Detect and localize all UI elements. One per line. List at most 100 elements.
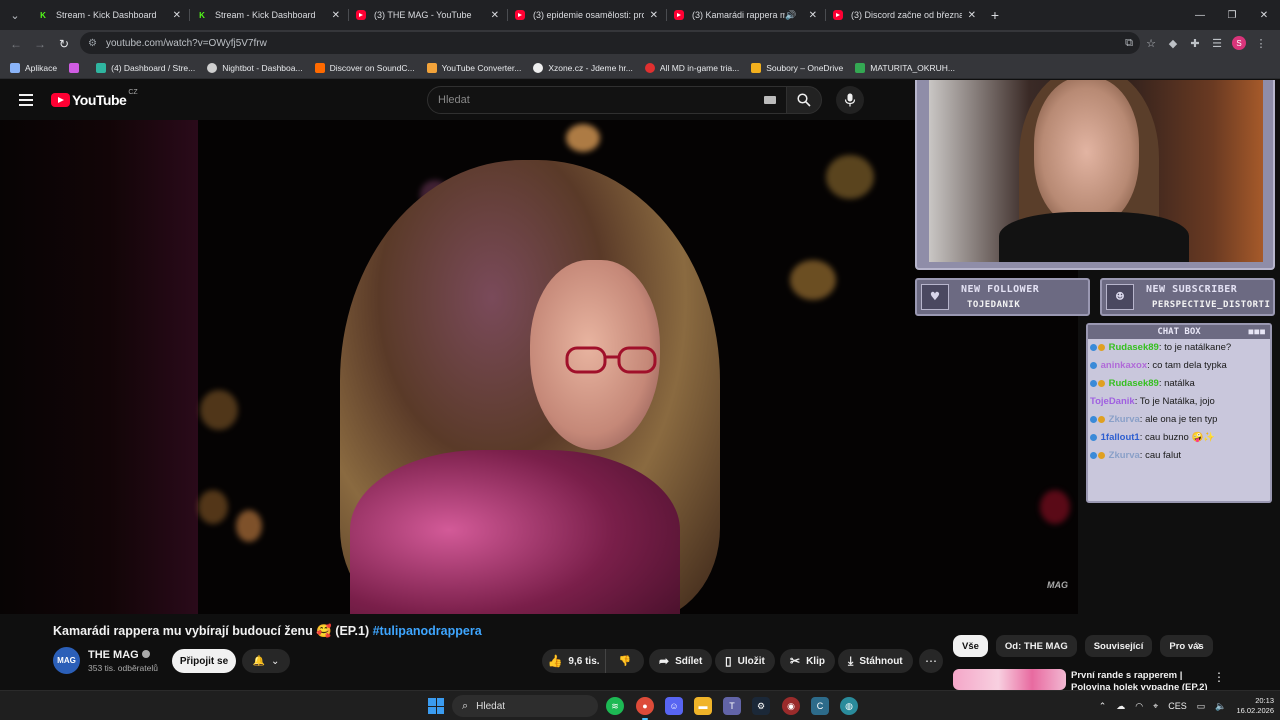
channel-avatar[interactable]: MAG	[53, 647, 80, 674]
tab-search-icon[interactable]: ⌄	[0, 0, 30, 30]
forward-icon[interactable]: →	[28, 32, 52, 56]
chat-message: Zkurva: ale ona je ten typ	[1088, 411, 1270, 429]
video-left-backdrop	[0, 120, 198, 614]
scissors-icon: ✂	[790, 654, 801, 668]
cast-icon[interactable]: ⧉	[1118, 33, 1140, 53]
browser-tab[interactable]: K Stream - Kick Dashboard ✕	[189, 0, 348, 30]
windows-start-icon[interactable]	[428, 698, 444, 714]
clock[interactable]: 20:13 16.02.2026	[1236, 696, 1274, 716]
chip-all[interactable]: Vše	[953, 635, 988, 657]
close-tab-icon[interactable]: ✕	[173, 10, 181, 21]
hashtag-link[interactable]: #tulipanodrappera	[373, 624, 482, 638]
app-icon[interactable]: ◉	[782, 697, 800, 715]
site-info-icon[interactable]: ⚙	[88, 38, 106, 49]
restore-icon[interactable]: ❐	[1216, 0, 1248, 30]
chevron-right-icon[interactable]: ›	[1197, 638, 1201, 652]
new-tab-icon[interactable]: +	[984, 7, 1006, 23]
onedrive-icon[interactable]: ☁	[1116, 701, 1125, 712]
menu-kebab-icon[interactable]: ⋮	[1250, 33, 1272, 53]
kebab-menu-icon[interactable]: ⋮	[1213, 670, 1225, 684]
close-tab-icon[interactable]: ✕	[650, 10, 658, 21]
close-window-icon[interactable]: ✕	[1248, 0, 1280, 30]
network-icon[interactable]: ▭	[1197, 701, 1206, 712]
bookmark-star-icon[interactable]: ☆	[1140, 33, 1162, 53]
bookmark-item[interactable]	[69, 62, 84, 73]
chrome-icon[interactable]: ●	[636, 697, 654, 720]
chip-from-channel[interactable]: Od: THE MAG	[995, 635, 1077, 657]
recommended-thumbnail[interactable]	[953, 669, 1066, 690]
bookmark-favicon	[96, 62, 107, 73]
voice-search-button[interactable]	[836, 86, 864, 114]
extensions-puzzle-icon[interactable]: ✚	[1184, 33, 1206, 53]
browser-tab[interactable]: (3) Discord začne od března ov ✕	[825, 0, 984, 30]
address-bar[interactable]: ⚙ youtube.com/watch?v=OWyfj5V7frw	[80, 32, 1140, 54]
youtube-logo[interactable]: YouTube CZ	[51, 89, 138, 108]
clip-button[interactable]: ✂ Klip	[780, 649, 835, 673]
channel-name[interactable]: THE MAG	[88, 649, 150, 661]
new-subscriber-alert: ☻ NEW SUBSCRIBER PERSPECTIVE_DISTORTI	[1100, 278, 1275, 316]
bokeh-light	[236, 510, 262, 542]
notifications-button[interactable]: 🔔 ⌄	[242, 649, 290, 673]
browser-tab[interactable]: (3) THE MAG - YouTube ✕	[348, 0, 507, 30]
ccleaner-icon[interactable]: C	[811, 697, 829, 715]
bookmark-item[interactable]: Soubory – OneDrive	[751, 62, 843, 73]
browser-tab[interactable]: K Stream - Kick Dashboard ✕	[30, 0, 189, 30]
bookmark-item[interactable]: Aplikace	[10, 62, 57, 73]
browser-tab[interactable]: (3) epidemie osamělosti: proč s ✕	[507, 0, 666, 30]
bookmark-item[interactable]: YouTube Converter...	[426, 62, 521, 73]
reload-icon[interactable]: ↻	[52, 32, 76, 56]
bell-icon: 🔔	[252, 655, 266, 667]
bookmark-item[interactable]: (4) Dashboard / Stre...	[96, 62, 195, 73]
bookmark-item[interactable]: Nightbot - Dashboa...	[207, 62, 303, 73]
close-tab-icon[interactable]: ✕	[809, 10, 817, 21]
speaker-icon[interactable]: 🔊	[785, 10, 796, 21]
save-button[interactable]: ▯ Uložit	[715, 649, 775, 673]
hamburger-menu-icon[interactable]	[19, 94, 33, 106]
bookmark-item[interactable]: Xzone.cz - Jdeme hr...	[533, 62, 633, 73]
file-explorer-icon[interactable]: ▬	[694, 697, 712, 715]
browser-app-icon[interactable]: ◍	[840, 697, 858, 715]
taskbar-search[interactable]: ⌕ Hledat	[452, 695, 598, 717]
search-button[interactable]	[786, 86, 822, 114]
steam-icon[interactable]: ⚙	[752, 697, 770, 715]
apps-grid-icon	[10, 62, 20, 73]
chat-message: TojeDanik: To je Natálka, jojo	[1088, 393, 1270, 411]
dislike-button[interactable]: 👎	[606, 656, 644, 667]
minimize-icon[interactable]: —	[1184, 0, 1216, 30]
language-indicator[interactable]: CES	[1168, 701, 1187, 711]
chevron-up-icon[interactable]: ⌃	[1099, 701, 1107, 712]
bookmark-item[interactable]: All MD in-game tria...	[644, 62, 739, 73]
spotify-icon[interactable]: ≋	[606, 697, 624, 715]
stream-alerts: ♥ NEW FOLLOWER TOJEDANIK ☻ NEW SUBSCRIBE…	[915, 278, 1275, 316]
new-follower-alert: ♥ NEW FOLLOWER TOJEDANIK	[915, 278, 1090, 316]
close-tab-icon[interactable]: ✕	[332, 10, 340, 21]
close-tab-icon[interactable]: ✕	[968, 10, 976, 21]
date-text: 16.02.2026	[1236, 706, 1274, 715]
download-button[interactable]: ⤓ Stáhnout	[838, 649, 913, 673]
bookmark-item[interactable]: MATURITA_OKRUH...	[855, 62, 955, 73]
volume-icon[interactable]: 🔈	[1215, 701, 1226, 712]
back-icon[interactable]: ←	[4, 32, 28, 56]
reading-list-icon[interactable]: ☰	[1206, 33, 1228, 53]
alert-label: NEW FOLLOWER	[961, 284, 1040, 295]
join-button[interactable]: Připojit se	[172, 649, 236, 673]
keyboard-icon[interactable]	[764, 96, 776, 104]
profile-avatar[interactable]: S	[1232, 36, 1246, 50]
teams-icon[interactable]: T	[723, 697, 741, 715]
share-button[interactable]: ➦ Sdílet	[649, 649, 713, 673]
webcam-subject-face	[1034, 80, 1139, 227]
like-button[interactable]: 👍 9,6 tis.	[542, 649, 606, 673]
more-actions-icon[interactable]: ⋯	[919, 649, 943, 673]
search-input[interactable]: Hledat	[427, 86, 787, 114]
chip-related[interactable]: Související	[1084, 635, 1153, 657]
chip-for-you[interactable]: Pro vás	[1160, 635, 1213, 657]
close-tab-icon[interactable]: ✕	[491, 10, 499, 21]
discord-icon[interactable]: ☺	[665, 697, 683, 715]
wifi-icon[interactable]: ◠	[1135, 701, 1143, 712]
browser-tab-active[interactable]: (3) Kamarádi rappera mu vy 🔊 ✕	[666, 0, 825, 30]
time-text: 20:13	[1255, 696, 1274, 705]
bookmark-item[interactable]: Discover on SoundC...	[314, 62, 415, 73]
extension-icon[interactable]: ◆	[1162, 33, 1184, 53]
recommended-video[interactable]: První rande s rapperem | Polovina holek …	[953, 669, 1273, 690]
location-icon[interactable]: ⌖	[1153, 701, 1158, 712]
